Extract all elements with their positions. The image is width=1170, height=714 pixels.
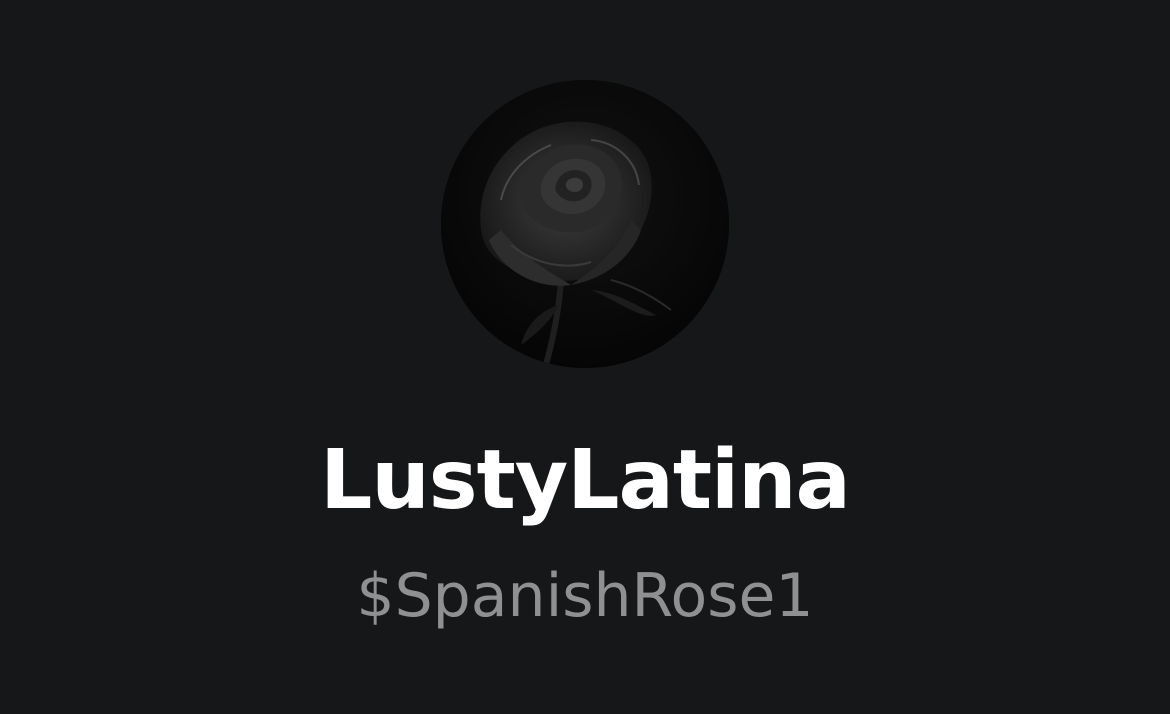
display-name: LustyLatina: [320, 433, 851, 528]
profile-avatar[interactable]: [441, 80, 729, 368]
profile-card: LustyLatina $SpanishRose1: [0, 0, 1170, 714]
black-rose-icon: [441, 80, 729, 368]
cashtag: $SpanishRose1: [356, 561, 814, 631]
